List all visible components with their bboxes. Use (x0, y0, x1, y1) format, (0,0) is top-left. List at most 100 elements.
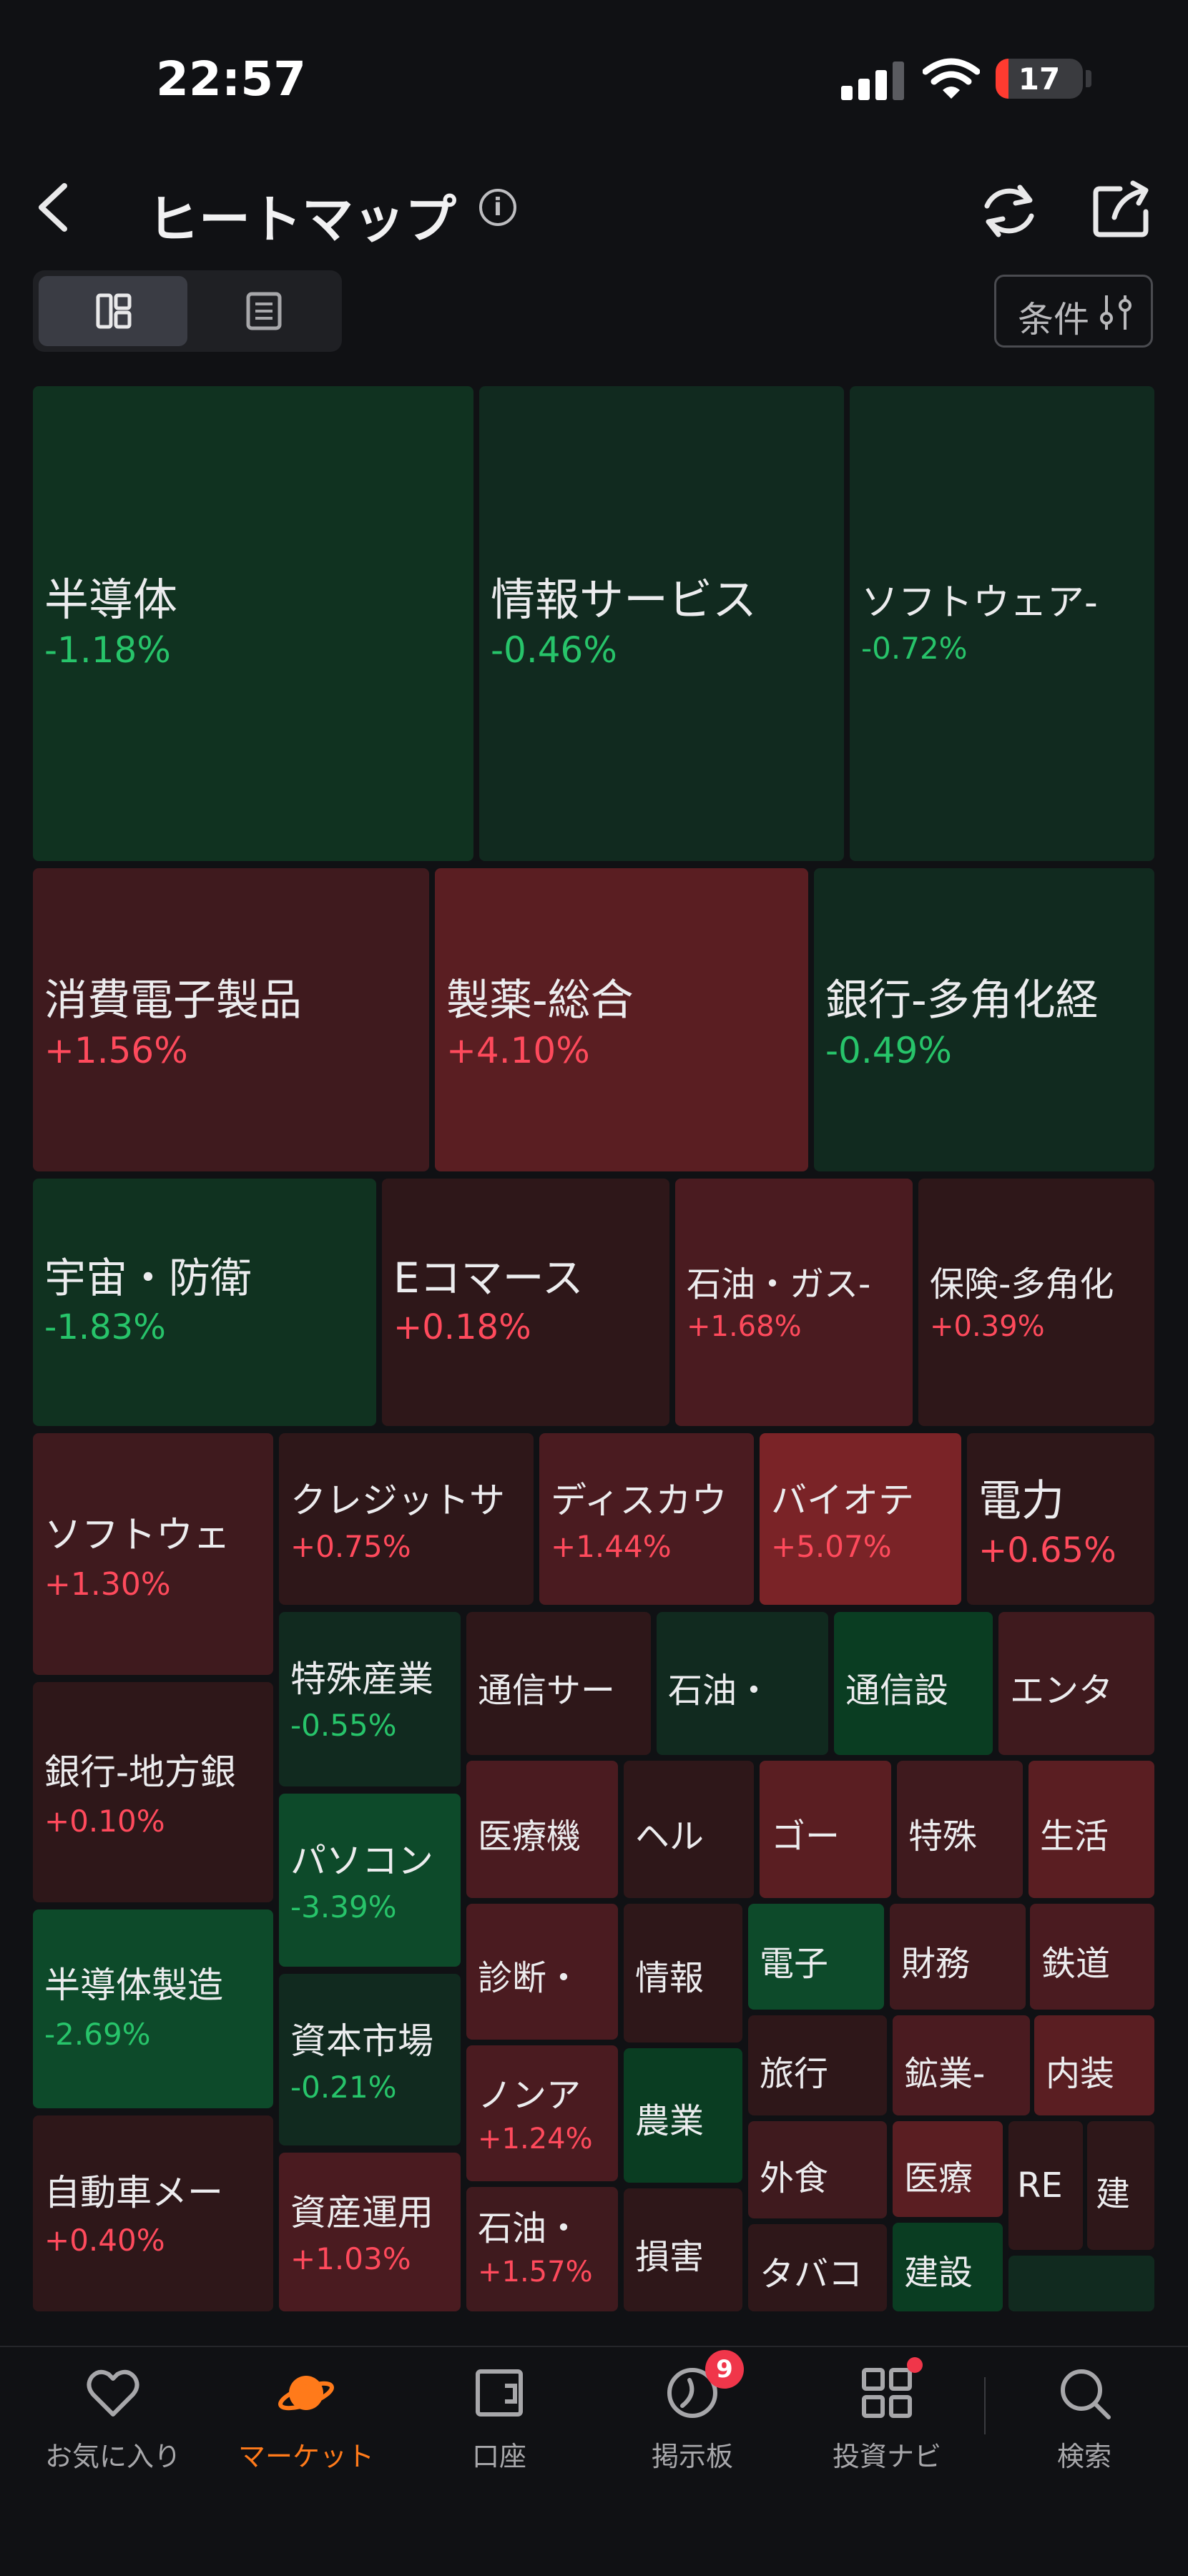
heatmap-tile[interactable]: 宇宙・防衛 -1.83% (33, 1179, 376, 1426)
heatmap-tile[interactable]: クレジットサ +0.75% (279, 1433, 534, 1605)
nav-divider (984, 2377, 986, 2434)
heatmap-tile[interactable]: 半導体 -1.18% (33, 386, 473, 861)
wifi-icon (923, 58, 980, 99)
heatmap-tile[interactable] (1008, 2256, 1154, 2311)
nav-board-label: 掲示板 (651, 2441, 733, 2472)
nav-account[interactable]: 口座 (413, 2360, 585, 2474)
heatmap-tile[interactable]: 旅行 (748, 2015, 887, 2115)
tile-change: -0.21% (290, 2070, 397, 2105)
heatmap-tile[interactable]: 建設 (893, 2223, 1003, 2311)
heatmap-tile[interactable]: ゴー (760, 1761, 891, 1898)
heatmap-tile[interactable]: 医療 (893, 2121, 1003, 2217)
tile-name: 建設 (904, 2253, 973, 2293)
heatmap-tile[interactable]: ノンア +1.24% (466, 2045, 618, 2181)
tile-view-button[interactable] (39, 276, 187, 346)
tile-name: タバコ (760, 2254, 863, 2294)
tile-name: エンタ (1010, 1671, 1114, 1711)
tile-name: 農業 (635, 2101, 705, 2141)
tile-name: ソフトウェ (44, 1514, 231, 1557)
tile-change: +1.30% (44, 1566, 171, 1603)
heatmap-tile[interactable]: 生活 (1029, 1761, 1154, 1898)
list-view-button[interactable] (193, 276, 336, 346)
share-icon[interactable] (1091, 179, 1152, 239)
nav-favorites[interactable]: お気に入り (27, 2360, 199, 2474)
heatmap-tile[interactable]: 医療機 (466, 1761, 618, 1898)
planet-icon (278, 2376, 334, 2411)
tile-change: +0.65% (978, 1530, 1116, 1570)
search-icon (1061, 2369, 1111, 2419)
heatmap-tile[interactable]: ディスカウ +1.44% (539, 1433, 754, 1605)
heatmap-tile[interactable]: 電力 +0.65% (967, 1433, 1154, 1605)
tile-change: -0.72% (861, 631, 968, 666)
heatmap-tile[interactable]: Eコマース +0.18% (382, 1179, 669, 1426)
heatmap-tile[interactable]: バイオテ +5.07% (760, 1433, 961, 1605)
heatmap-tile[interactable]: 資本市場 -0.21% (279, 1974, 461, 2145)
tile-change: -0.49% (825, 1030, 952, 1071)
tile-name: 財務 (901, 1944, 971, 1984)
heatmap-tile[interactable]: 建 (1087, 2121, 1154, 2250)
heatmap-tile[interactable]: 自動車メー +0.40% (33, 2115, 273, 2311)
heatmap-tile[interactable]: 通信設 (834, 1612, 993, 1755)
heatmap-tile[interactable]: ソフトウェア- -0.72% (850, 386, 1154, 861)
heatmap-tile[interactable]: タバコ (748, 2224, 887, 2311)
heatmap-tile[interactable]: 鉱業- (893, 2015, 1030, 2115)
tile-name: 資産運用 (290, 2192, 433, 2233)
tile-name: ディスカウ (551, 1480, 727, 1521)
heatmap-tile[interactable]: 内装 (1034, 2015, 1154, 2115)
signal-icon (841, 62, 904, 100)
heatmap-tile[interactable]: 損害 (624, 2188, 742, 2311)
heatmap-tile[interactable]: 資産運用 +1.03% (279, 2153, 461, 2311)
tile-name: 通信設 (845, 1671, 949, 1711)
heatmap-tile[interactable]: RE (1008, 2121, 1083, 2250)
tile-name: 医療機 (478, 1817, 581, 1857)
heatmap-tile[interactable]: 通信サー (466, 1612, 651, 1755)
nav-search-label: 検索 (1056, 2441, 1111, 2472)
tile-name: 通信サー (478, 1671, 616, 1711)
heatmap-tile[interactable]: 石油・ (657, 1612, 828, 1755)
heatmap-tile[interactable]: 銀行-地方銀 +0.10% (33, 1682, 273, 1902)
tile-change: -3.39% (290, 1889, 397, 1924)
nav-investment-navi-label: 投資ナビ (832, 2441, 941, 2472)
grid-view-icon (96, 293, 132, 329)
heatmap-tile[interactable]: パソコン -3.39% (279, 1794, 461, 1967)
heatmap-tile[interactable]: 製薬-総合 +4.10% (435, 868, 808, 1171)
heatmap-tile[interactable]: 石油・ +1.57% (466, 2187, 618, 2311)
tile-change: +0.10% (44, 1804, 165, 1839)
nav-favorites-label: お気に入り (44, 2441, 181, 2472)
refresh-icon[interactable] (977, 179, 1041, 243)
info-icon[interactable]: i (479, 189, 516, 226)
heatmap-tile[interactable]: 外食 (748, 2121, 887, 2218)
nav-board[interactable]: 掲示板 (607, 2360, 778, 2474)
heatmap-tile[interactable]: 消費電子製品 +1.56% (33, 868, 429, 1171)
heatmap-tile[interactable]: 財務 (890, 1904, 1026, 2010)
heatmap-tile[interactable]: 鉄道 (1030, 1904, 1154, 2010)
heatmap-tile[interactable]: エンタ (998, 1612, 1154, 1755)
nav-investment-navi[interactable]: 投資ナビ (801, 2360, 973, 2474)
filter-button[interactable]: 条件 (994, 275, 1153, 348)
back-arrow-icon[interactable] (29, 179, 79, 236)
tile-name: 特殊 (908, 1817, 978, 1857)
heatmap-tile[interactable]: 石油・ガス- +1.68% (675, 1179, 913, 1426)
heatmap-tile[interactable]: 情報 (624, 1904, 742, 2042)
heatmap-tile[interactable]: 特殊 (897, 1761, 1023, 1898)
nav-search[interactable]: 検索 (998, 2360, 1170, 2474)
heatmap-tile[interactable]: ソフトウェ +1.30% (33, 1433, 273, 1675)
tile-name: 自動車メー (44, 2172, 223, 2213)
heatmap-tile[interactable]: 農業 (624, 2048, 742, 2183)
tile-name: 電力 (978, 1476, 1064, 1526)
tile-name: 外食 (760, 2158, 829, 2198)
heatmap-tile[interactable]: 保険-多角化 +0.39% (918, 1179, 1154, 1426)
nav-market[interactable]: マーケット (220, 2360, 392, 2474)
tile-name: パソコン (290, 1840, 433, 1882)
heatmap-tile[interactable]: 情報サービス -0.46% (479, 386, 844, 861)
heatmap-tile[interactable]: 特殊産業 -0.55% (279, 1612, 461, 1786)
investment-navi-dot (907, 2357, 923, 2373)
tile-name: 電子 (760, 1944, 829, 1984)
heatmap-tile[interactable]: 電子 (748, 1904, 884, 2010)
heatmap-tile[interactable]: 銀行-多角化経 -0.49% (814, 868, 1154, 1171)
nav-market-label: マーケット (237, 2441, 374, 2472)
heatmap-tile[interactable]: ヘル (624, 1761, 754, 1898)
tile-name: ゴー (771, 1817, 840, 1857)
heatmap-tile[interactable]: 診断・ (466, 1904, 618, 2040)
heatmap-tile[interactable]: 半導体製造 -2.69% (33, 1909, 273, 2108)
